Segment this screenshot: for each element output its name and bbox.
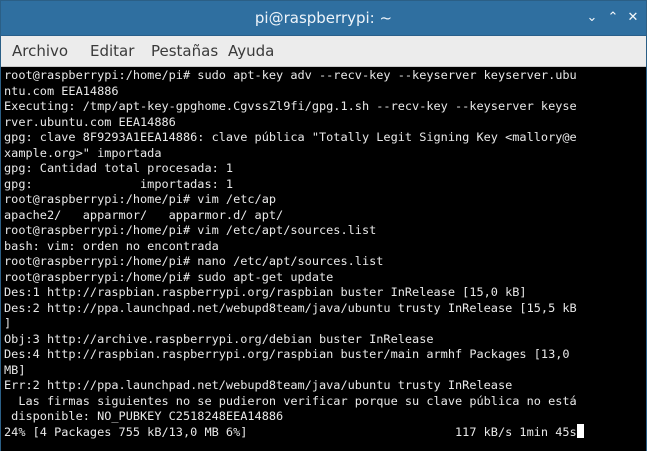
terminal-window: pi@raspberrypi: ~ ⌄ ⌃ ✕ Archivo Editar P…: [0, 0, 647, 451]
terminal-line: rver.ubuntu.com EEA14886: [4, 114, 176, 129]
terminal-line: ntu.com EEA14886: [4, 83, 119, 98]
terminal-line: Err:2 http://ppa.launchpad.net/webupd8te…: [4, 378, 513, 392]
terminal-line: gpg: Cantidad total procesada: 1: [4, 161, 234, 175]
terminal-line: Des:4 http://raspbian.raspberrypi.org/ra…: [4, 347, 570, 361]
terminal-line: Des:2 http://ppa.launchpad.net/webupd8te…: [4, 300, 577, 315]
text-cursor: [576, 423, 584, 438]
menu-archivo[interactable]: Archivo: [12, 36, 68, 66]
terminal-line: gpg: clave 8F9293A1EEA14886: clave públi…: [4, 130, 577, 144]
terminal-line: apache2/ apparmor/ apparmor.d/ apt/: [4, 207, 284, 222]
window-title: pi@raspberrypi: ~: [254, 9, 393, 27]
terminal-output[interactable]: root@raspberrypi:/home/pi# sudo apt-key …: [1, 67, 646, 451]
terminal-line: Obj:3 http://archive.raspberrypi.org/deb…: [4, 331, 434, 346]
close-icon[interactable]: ✕: [625, 10, 641, 26]
terminal-line: Las firmas siguientes no se pudieron ver…: [4, 393, 577, 408]
title-bar[interactable]: pi@raspberrypi: ~ ⌄ ⌃ ✕: [1, 1, 646, 36]
terminal-line: disponible: NO_PUBKEY C2518248EEA14886: [4, 409, 284, 423]
terminal-line: gpg: importadas: 1: [4, 176, 234, 191]
menu-bar: Archivo Editar Pestañas Ayuda: [1, 36, 646, 67]
scrollbar[interactable]: [643, 67, 646, 451]
terminal-line: bash: vim: orden no encontrada: [4, 238, 219, 253]
terminal-line: ]: [4, 316, 12, 330]
terminal-status-line: 24% [4 Packages 755 kB/13,0 MB 6%] 117 k…: [4, 423, 584, 440]
menu-ayuda[interactable]: Ayuda: [228, 36, 274, 66]
progress-status-text: 24% [4 Packages 755 kB/13,0 MB 6%] 117 k…: [4, 424, 577, 439]
terminal-line: xample.org>" importada: [4, 145, 162, 160]
minimize-icon[interactable]: ⌄: [584, 10, 600, 26]
menu-editar[interactable]: Editar: [90, 36, 134, 66]
terminal-line: Des:1 http://raspbian.raspberrypi.org/ra…: [4, 285, 527, 299]
terminal-line: root@raspberrypi:/home/pi# sudo apt-get …: [4, 269, 334, 284]
terminal-line: Executing: /tmp/apt-key-gpghome.CgvssZl9…: [4, 99, 577, 113]
terminal-line: root@raspberrypi:/home/pi# sudo apt-key …: [4, 68, 577, 82]
terminal-line: MB]: [4, 362, 26, 377]
menu-pestanas[interactable]: Pestañas: [151, 36, 218, 66]
terminal-line: root@raspberrypi:/home/pi# vim /etc/ap: [4, 192, 277, 206]
terminal-line: root@raspberrypi:/home/pi# vim /etc/apt/…: [4, 223, 377, 237]
maximize-icon[interactable]: ⌃: [605, 10, 621, 26]
terminal-line: root@raspberrypi:/home/pi# nano /etc/apt…: [4, 254, 384, 268]
